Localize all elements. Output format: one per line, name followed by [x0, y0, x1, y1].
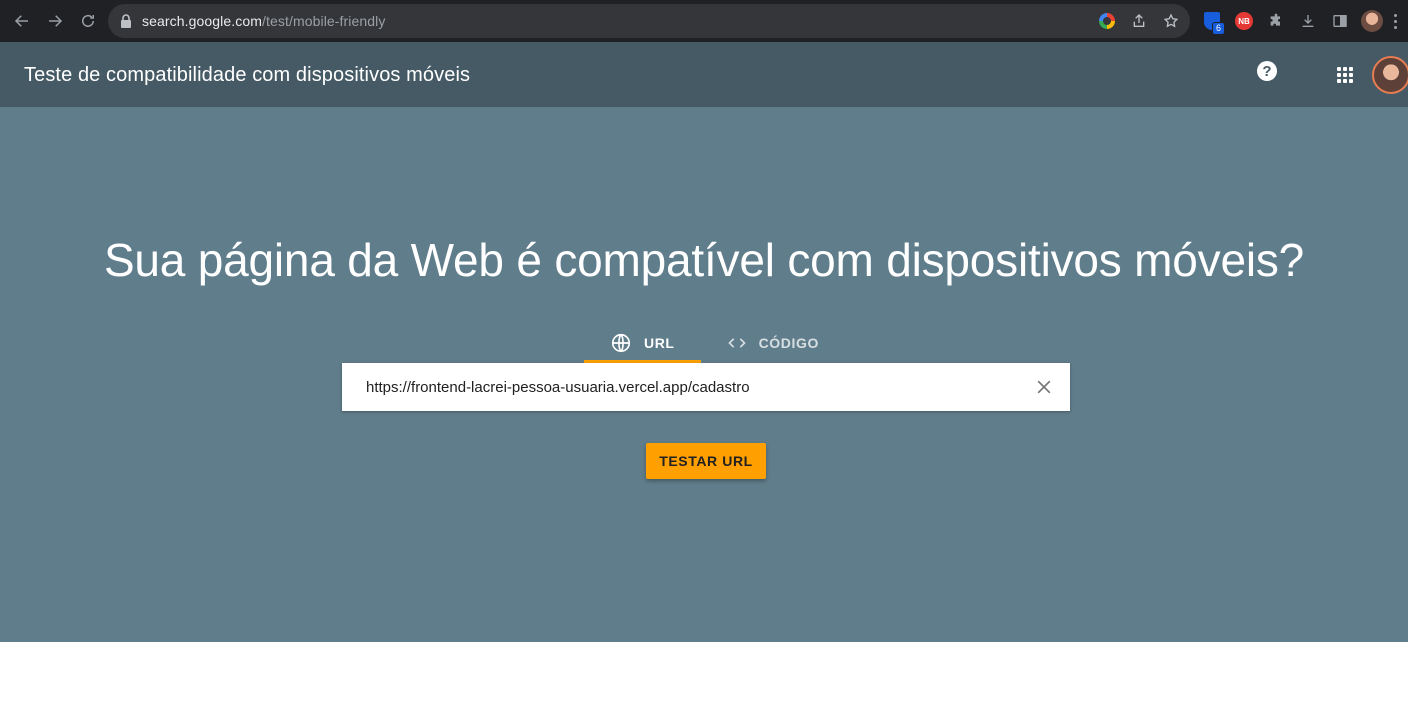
profile-avatar-small[interactable] — [1360, 9, 1384, 33]
globe-icon — [611, 333, 631, 352]
back-icon[interactable] — [6, 5, 38, 37]
extensions-puzzle-icon[interactable] — [1264, 9, 1288, 33]
page-headline: Sua página da Web é compatível com dispo… — [103, 234, 1305, 286]
google-lens-icon[interactable] — [1094, 8, 1120, 34]
app-title: Teste de compatibilidade com dispositivo… — [24, 64, 471, 86]
side-panel-icon[interactable] — [1328, 9, 1352, 33]
clear-icon[interactable] — [1034, 377, 1054, 397]
input-mode-tabs: URL CÓDIGO — [584, 322, 845, 363]
tab-code[interactable]: CÓDIGO — [701, 322, 845, 363]
red-extension-label: NB — [1235, 12, 1253, 30]
browser-menu-icon[interactable] — [1392, 9, 1398, 33]
url-input[interactable] — [366, 378, 1006, 396]
account-avatar[interactable] — [1372, 56, 1408, 94]
address-bar[interactable]: search.google.com/test/mobile-friendly — [108, 4, 1190, 38]
app-header: Teste de compatibilidade com dispositivo… — [0, 42, 1408, 107]
downloads-icon[interactable] — [1296, 9, 1320, 33]
test-hero-section: Sua página da Web é compatível com dispo… — [0, 107, 1408, 642]
tab-url-label: URL — [644, 334, 675, 351]
reload-icon[interactable] — [72, 5, 104, 37]
lock-icon — [121, 14, 131, 28]
address-host: search.google.com — [142, 13, 262, 29]
bookmark-star-icon[interactable] — [1158, 8, 1184, 34]
address-text: search.google.com/test/mobile-friendly — [142, 13, 385, 29]
google-apps-icon[interactable] — [1337, 67, 1353, 83]
url-field-container — [342, 363, 1070, 411]
forward-icon[interactable] — [39, 5, 71, 37]
tab-url[interactable]: URL — [584, 322, 701, 363]
help-icon[interactable]: ? — [1257, 61, 1277, 81]
browser-toolbar: search.google.com/test/mobile-friendly 6… — [0, 0, 1408, 42]
code-icon — [727, 337, 746, 348]
tab-code-label: CÓDIGO — [758, 334, 819, 351]
extension-badge: 6 — [1211, 22, 1225, 35]
bitwarden-extension-icon[interactable]: 6 — [1200, 9, 1225, 35]
address-path: /test/mobile-friendly — [262, 13, 386, 29]
test-url-button[interactable]: TESTAR URL — [646, 443, 766, 479]
share-icon[interactable] — [1126, 8, 1152, 34]
red-extension-icon[interactable]: NB — [1232, 9, 1256, 33]
